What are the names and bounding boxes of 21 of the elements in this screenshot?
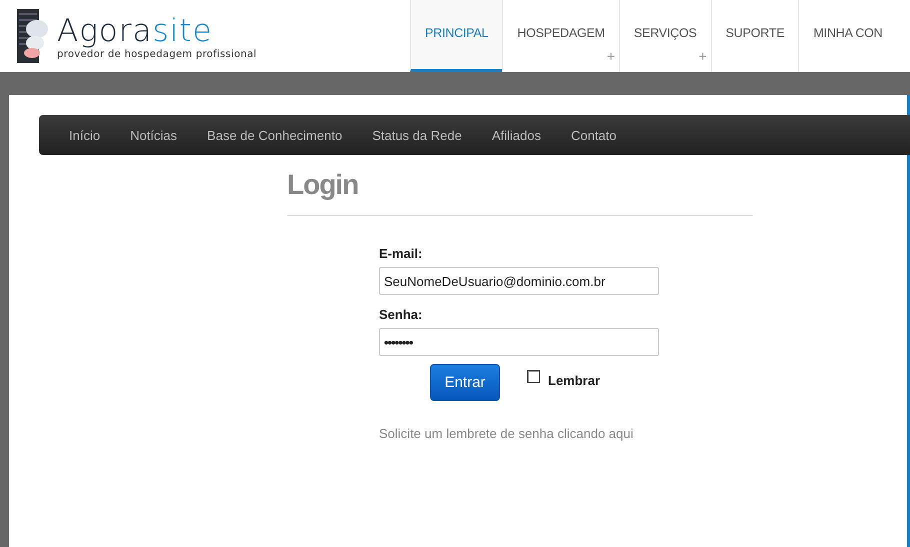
checkbox-label: Lembrar	[548, 373, 600, 388]
password-reminder-link[interactable]: Solicite um lembrete de senha clicando aqui	[379, 426, 659, 441]
logo-wordmark: Agora site	[57, 12, 214, 48]
sub-nav-link[interactable]: Notícias	[115, 128, 192, 142]
expand-icon: +	[606, 48, 615, 64]
sub-nav-link[interactable]: Início	[54, 128, 116, 142]
sub-nav-link[interactable]: Afiliados	[476, 128, 556, 142]
submit-button[interactable]: Entrar	[430, 364, 500, 401]
page-title: Login	[287, 169, 360, 201]
logo-tagline: provedor de hospedagem profissional	[57, 48, 257, 60]
email-field[interactable]: SeuNomeDeUsuario@dominio.com.br	[379, 267, 659, 295]
sub-nav-link[interactable]: Contato	[556, 128, 632, 142]
field-label: E-mail:	[379, 246, 424, 261]
password-field[interactable]: ••••••••	[379, 328, 659, 356]
checkbox[interactable]	[527, 370, 540, 383]
expand-icon: +	[698, 48, 707, 64]
sub-nav-link[interactable]: Base de Conhecimento	[192, 128, 358, 142]
field-label: Senha:	[379, 307, 424, 322]
server-rack-icon	[17, 9, 49, 63]
sub-nav-link[interactable]: Status da Rede	[357, 128, 477, 142]
nav-tab[interactable]: PRINCIPAL	[410, 0, 502, 72]
